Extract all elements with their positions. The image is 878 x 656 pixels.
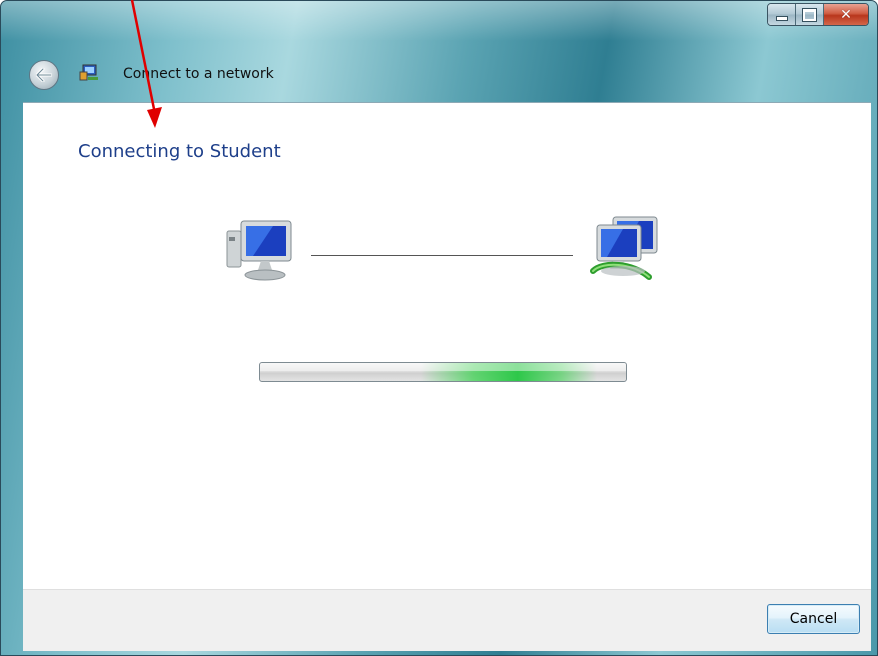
minimize-button[interactable] — [768, 4, 796, 25]
minimize-icon — [775, 15, 788, 21]
back-arrow-icon — [36, 68, 52, 82]
close-button[interactable]: ✕ — [824, 4, 868, 25]
connect-window: ✕ Connect to a network Connecting to Stu… — [0, 0, 878, 656]
computer-icon — [226, 220, 292, 281]
button-footer: Cancel — [23, 589, 871, 651]
window-controls: ✕ — [767, 3, 869, 26]
frame-glass — [1, 1, 877, 41]
content-panel: Connecting to Student — [23, 102, 871, 590]
network-icon — [590, 216, 658, 280]
cancel-button[interactable]: Cancel — [767, 604, 860, 634]
maximize-button[interactable] — [796, 4, 824, 25]
close-icon: ✕ — [840, 6, 852, 23]
connection-progress-bar — [259, 362, 627, 382]
maximize-icon — [802, 7, 817, 22]
network-wizard-icon — [79, 64, 98, 81]
back-button[interactable] — [29, 60, 59, 90]
progress-shine — [260, 363, 626, 372]
connection-line — [311, 255, 573, 256]
window-title: Connect to a network — [123, 66, 274, 82]
connecting-heading: Connecting to Student — [78, 141, 281, 162]
